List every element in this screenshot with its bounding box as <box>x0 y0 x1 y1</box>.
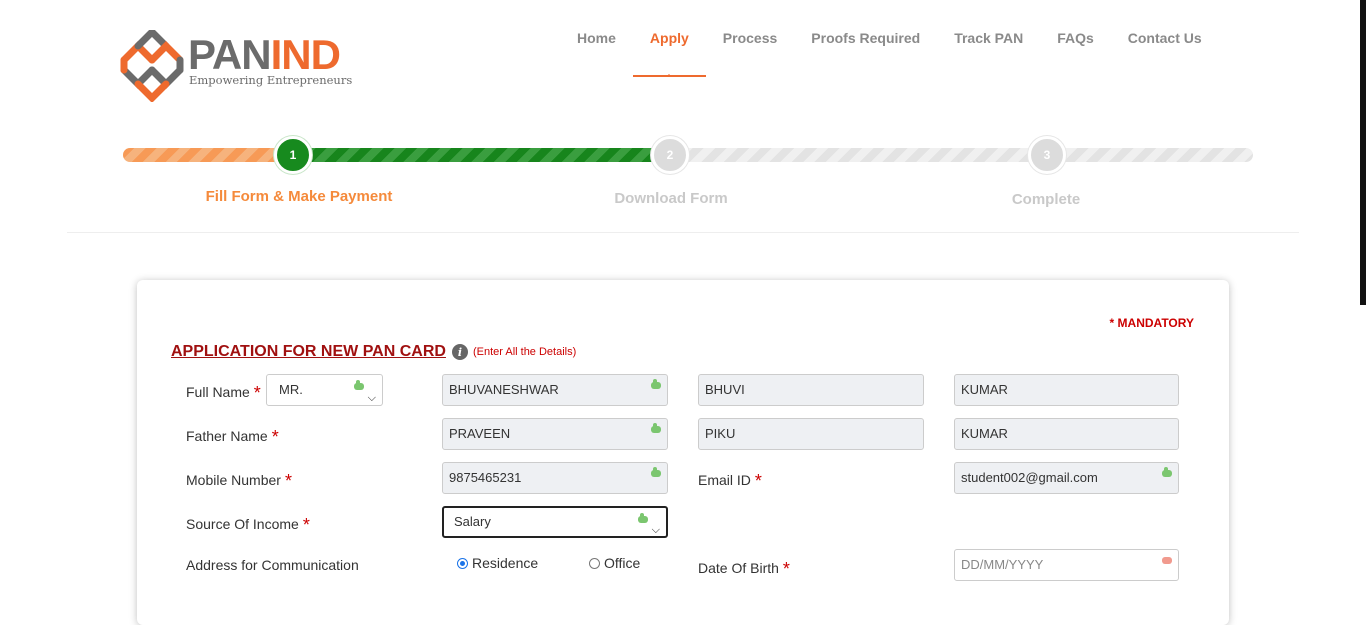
info-icon[interactable]: i <box>451 344 468 360</box>
nav-home[interactable]: Home <box>560 30 633 46</box>
email-input[interactable]: student002@gmail.com <box>954 462 1179 494</box>
valid-thumb-icon <box>651 423 663 433</box>
residence-radio[interactable]: Residence <box>457 555 538 571</box>
income-select[interactable]: Salary ⌵ <box>442 506 668 538</box>
logo-wordmark: PANIND <box>188 31 341 78</box>
main-nav: Home Apply Process Proofs Required Track… <box>560 30 1219 77</box>
progress-bar-pending <box>670 148 1253 162</box>
father-first-name-input[interactable]: PRAVEEN <box>442 418 668 450</box>
form-title-row: APPLICATION FOR NEW PAN CARD i (Enter Al… <box>171 343 576 361</box>
father-name-label: Father Name * <box>186 427 279 447</box>
radio-checked-icon[interactable] <box>457 557 468 569</box>
valid-thumb-icon <box>1162 467 1174 477</box>
progress-bar-current <box>293 148 670 162</box>
step-1-marker: 1 <box>274 136 312 174</box>
step-3-marker: 3 <box>1028 136 1066 174</box>
full-name-label: Full Name * <box>186 383 261 403</box>
form-hint: (Enter All the Details) <box>472 346 577 358</box>
nav-proofs-required[interactable]: Proofs Required <box>794 30 937 46</box>
chevron-down-icon: ⌵ <box>651 524 660 536</box>
nav-track-pan[interactable]: Track PAN <box>937 30 1040 46</box>
application-form-card: * MANDATORY APPLICATION FOR NEW PAN CARD… <box>137 280 1229 625</box>
step-1-label: Fill Form & Make Payment <box>205 188 393 205</box>
dob-input[interactable]: DD/MM/YYYY <box>954 549 1179 581</box>
nav-faqs[interactable]: FAQs <box>1040 30 1111 46</box>
panind-logo[interactable]: PANIND Empowering Entrepreneurs <box>116 27 356 103</box>
mobile-label: Mobile Number * <box>186 471 292 491</box>
nav-contact-us[interactable]: Contact Us <box>1111 30 1219 46</box>
valid-thumb-icon <box>651 467 663 477</box>
middle-name-input[interactable]: BHUVI <box>698 374 924 406</box>
email-label: Email ID * <box>698 471 762 491</box>
scrollbar[interactable] <box>1360 0 1366 305</box>
nav-process[interactable]: Process <box>706 30 794 46</box>
logo-tagline: Empowering Entrepreneurs <box>189 73 353 87</box>
valid-thumb-icon <box>354 380 366 390</box>
father-last-name-input[interactable]: KUMAR <box>954 418 1179 450</box>
father-middle-name-input[interactable]: PIKU <box>698 418 924 450</box>
step-3-label: Complete <box>1011 191 1081 208</box>
step-2-label: Download Form <box>614 190 728 207</box>
dob-label: Date Of Birth * <box>698 559 790 579</box>
office-radio[interactable]: Office <box>589 555 640 571</box>
form-title: APPLICATION FOR NEW PAN CARD <box>171 343 446 360</box>
step-2-marker: 2 <box>651 136 689 174</box>
chevron-down-icon: ⌵ <box>367 392 376 404</box>
mandatory-note: * MANDATORY <box>1109 316 1194 330</box>
radio-unchecked-icon[interactable] <box>589 557 600 569</box>
nav-apply[interactable]: Apply <box>632 30 706 77</box>
logo-knot-icon <box>120 27 184 103</box>
last-name-input[interactable]: KUMAR <box>954 374 1179 406</box>
address-label: Address for Communication <box>186 557 359 573</box>
divider <box>67 232 1299 233</box>
invalid-thumb-icon <box>1162 554 1174 564</box>
mobile-input[interactable]: 9875465231 <box>442 462 668 494</box>
valid-thumb-icon <box>638 513 650 523</box>
title-select[interactable]: MR. ⌵ <box>266 374 383 406</box>
progress-bar-done <box>123 148 293 162</box>
valid-thumb-icon <box>651 379 663 389</box>
first-name-input[interactable]: BHUVANESHWAR <box>442 374 668 406</box>
income-label: Source Of Income * <box>186 515 310 535</box>
